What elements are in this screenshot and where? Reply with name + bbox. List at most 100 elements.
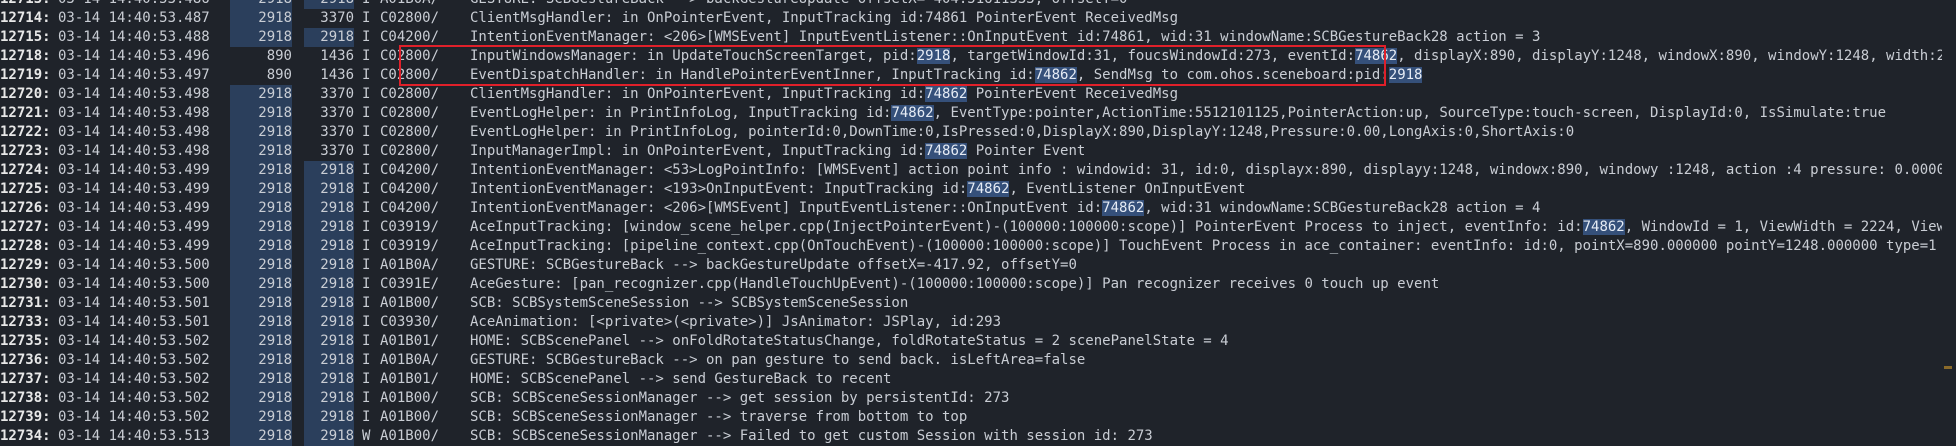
message: InputWindowsManager: in UpdateTouchScree… (470, 47, 1956, 66)
pid: 2918 (230, 180, 292, 199)
domain-tag: A01B0A/ (380, 0, 439, 9)
log-row[interactable]: 12720: 03-14 14:40:53.498 2918 3370 I C02800/… (0, 85, 1956, 104)
log-row[interactable]: 12736: 03-14 14:40:53.502 2918 2918 I A01B0A/… (0, 351, 1956, 370)
log-row[interactable]: 12724: 03-14 14:40:53.499 2918 2918 I C04200/… (0, 161, 1956, 180)
tid: 2918 (304, 28, 354, 47)
log-viewer: 12713:03-14 14:40:53.48629182918IA01B0A/… (0, 0, 1956, 446)
log-level: I (362, 200, 371, 216)
line-number: 12715: (0, 29, 51, 45)
log-row[interactable]: 12729: 03-14 14:40:53.500 2918 2918 I A01B0A/… (0, 256, 1956, 275)
tid: 2918 (304, 408, 354, 427)
tid: 2918 (304, 427, 354, 446)
timestamp: 03-14 14:40:53.498 (58, 86, 210, 102)
log-row[interactable]: 12728: 03-14 14:40:53.499 2918 2918 I C03919/… (0, 237, 1956, 256)
search-match: 74862 (967, 181, 1010, 197)
timestamp: 03-14 14:40:53.488 (58, 29, 210, 45)
message: EventLogHelper: in PrintInfoLog, InputTr… (470, 104, 1886, 123)
log-level: I (362, 276, 371, 292)
log-row[interactable]: 12737: 03-14 14:40:53.502 2918 2918 I A01B01/… (0, 370, 1956, 389)
log-level: I (362, 295, 371, 311)
line-number: 12724: (0, 162, 51, 178)
message-text: , WindowId = 1, ViewWidth = 2224, ViewHe… (1624, 219, 1956, 235)
log-row[interactable]: 12722: 03-14 14:40:53.498 2918 3370 I C02800/… (0, 123, 1956, 142)
log-level: I (362, 0, 370, 9)
pid: 2918 (230, 199, 292, 218)
log-row[interactable]: 12734: 03-14 14:40:53.513 2918 2918 W A01B00/… (0, 427, 1956, 446)
line-number: 12739: (0, 409, 51, 425)
log-row[interactable]: 12733: 03-14 14:40:53.501 2918 2918 I C03930/… (0, 313, 1956, 332)
timestamp: 03-14 14:40:53.501 (58, 295, 210, 311)
log-row[interactable]: 12718: 03-14 14:40:53.496 890 1436 I C02800/I… (0, 47, 1956, 66)
search-match: 74862 (925, 86, 968, 102)
log-level: I (362, 238, 371, 254)
message-text: AceInputTracking: [window_scene_helper.c… (470, 219, 1583, 235)
pid: 2918 (230, 104, 292, 123)
log-row[interactable]: 12719: 03-14 14:40:53.497 890 1436 I C02800/E… (0, 66, 1956, 85)
domain-tag: C03930/ (380, 314, 440, 330)
message: AceGesture: [pan_recognizer.cpp(HandleTo… (470, 275, 1439, 294)
message: HOME: SCBScenePanel --> send GestureBack… (470, 370, 891, 389)
log-row[interactable]: 12727: 03-14 14:40:53.499 2918 2918 I C03919/… (0, 218, 1956, 237)
log-row[interactable]: 12738: 03-14 14:40:53.502 2918 2918 I A01B00/… (0, 389, 1956, 408)
pid: 2918 (230, 9, 292, 28)
log-row[interactable]: 12726: 03-14 14:40:53.499 2918 2918 I C04200/… (0, 199, 1956, 218)
log-row[interactable]: 12715: 03-14 14:40:53.488 2918 2918 I C04200/… (0, 28, 1956, 47)
log-row[interactable]: 12739: 03-14 14:40:53.502 2918 2918 I A01B00/… (0, 408, 1956, 427)
log-level: I (362, 10, 371, 26)
vertical-scrollbar[interactable] (1942, 0, 1956, 436)
log-row[interactable]: 12723: 03-14 14:40:53.498 2918 3370 I C02800/… (0, 142, 1956, 161)
pid: 2918 (230, 161, 292, 180)
domain-tag: C02800/ (380, 124, 440, 140)
log-row[interactable]: 12725: 03-14 14:40:53.499 2918 2918 I C04200/… (0, 180, 1956, 199)
timestamp: 03-14 14:40:53.497 (58, 67, 210, 83)
tid: 2918 (304, 199, 354, 218)
search-match: 74862 (925, 143, 968, 159)
log-row[interactable]: 12714: 03-14 14:40:53.487 2918 3370 I C02800/… (0, 9, 1956, 28)
tid: 3370 (320, 124, 354, 140)
log-row[interactable]: 12713: 03-14 14:40:53.486 2918 2918 I A01B0A/… (0, 0, 1956, 9)
message-text: SCB: SCBSystemSceneSession --> SCBSystem… (470, 295, 909, 311)
tid: 2918 (304, 161, 354, 180)
log-row[interactable]: 12735: 03-14 14:40:53.502 2918 2918 I A01B01/… (0, 332, 1956, 351)
log-level: I (362, 333, 371, 349)
search-match: 2918 (916, 48, 951, 64)
timestamp: 03-14 14:40:53.496 (58, 48, 210, 64)
message-text: ClientMsgHandler: in OnPointerEvent, Inp… (470, 10, 1179, 26)
message-text: , displayX:890, displayY:1248, windowX:8… (1397, 48, 1956, 64)
line-number: 12727: (0, 219, 51, 235)
line-number: 12730: (0, 276, 51, 292)
message-text: HOME: SCBScenePanel --> onFoldRotateStat… (470, 333, 1229, 349)
log-level: I (362, 181, 371, 197)
tid: 2918 (304, 370, 354, 389)
message-text: AceGesture: [pan_recognizer.cpp(HandleTo… (470, 276, 1440, 292)
message: EventLogHelper: in PrintInfoLog, pointer… (470, 123, 1574, 142)
log-row[interactable]: 12731: 03-14 14:40:53.501 2918 2918 I A01B00/… (0, 294, 1956, 313)
tid: 1436 (320, 48, 354, 64)
tid: 3370 (320, 86, 354, 102)
timestamp: 03-14 14:40:53.498 (58, 143, 210, 159)
message-text: GESTURE: SCBGestureBack --> backGestureU… (470, 257, 1077, 273)
timestamp: 03-14 14:40:53.498 (58, 105, 210, 121)
log-row[interactable]: 12730: 03-14 14:40:53.500 2918 2918 I C0391E/… (0, 275, 1956, 294)
log-level: I (362, 219, 371, 235)
message: AceAnimation: [<private>(<private>)] JsA… (470, 313, 1001, 332)
timestamp: 03-14 14:40:53.487 (58, 10, 210, 26)
log-level: I (362, 143, 371, 159)
search-match: 74862 (1582, 219, 1625, 235)
line-number: 12734: (0, 428, 51, 444)
domain-tag: C02800/ (380, 48, 440, 64)
message: SCB: SCBSceneSessionManager --> traverse… (470, 408, 967, 427)
line-number: 12714: (0, 10, 51, 26)
message-text: GESTURE: SCBGestureBack --> on pan gestu… (470, 352, 1086, 368)
timestamp: 03-14 14:40:53.499 (58, 181, 210, 197)
domain-tag: A01B00/ (380, 428, 440, 444)
message: HOME: SCBScenePanel --> onFoldRotateStat… (470, 332, 1229, 351)
message: AceInputTracking: [window_scene_helper.c… (470, 218, 1956, 237)
message: SCB: SCBSceneSessionManager --> get sess… (470, 389, 1009, 408)
message-text: , EventType:pointer,ActionTime:551210112… (933, 105, 1887, 121)
log-row[interactable]: 12721: 03-14 14:40:53.498 2918 3370 I C02800/… (0, 104, 1956, 123)
timestamp: 03-14 14:40:53.502 (58, 409, 210, 425)
line-number: 12723: (0, 143, 51, 159)
pid: 2918 (230, 313, 292, 332)
pid: 2918 (230, 237, 292, 256)
